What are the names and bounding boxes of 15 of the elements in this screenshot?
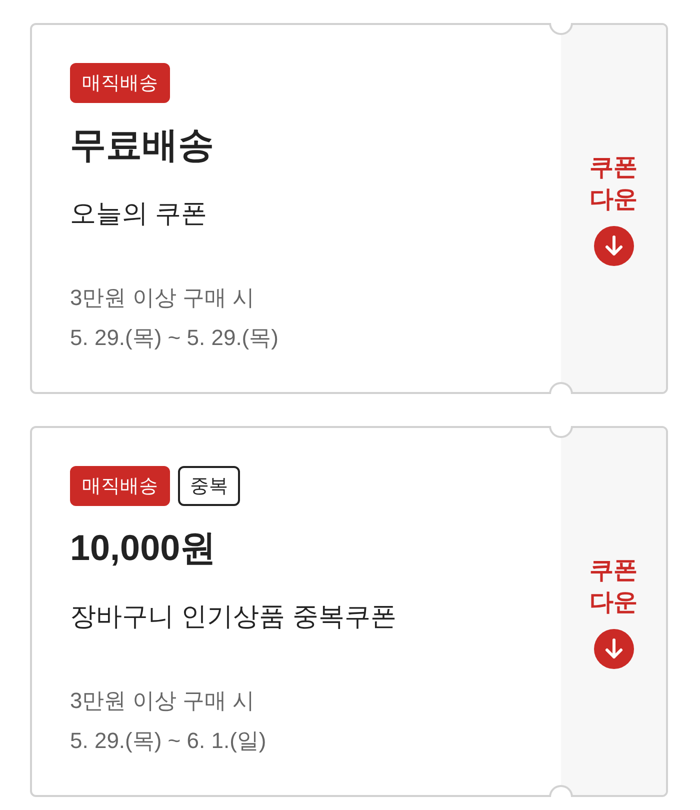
coupon-tag: 중복	[178, 466, 240, 506]
coupon-period: 5. 29.(목) ~ 5. 29.(목)	[70, 324, 278, 352]
coupon-name: 오늘의 쿠폰	[70, 197, 208, 230]
coupon-name: 장바구니 인기상품 중복쿠폰	[70, 600, 396, 633]
coupon-amount: 10,000원	[70, 526, 216, 570]
coupon-tag: 매직배송	[70, 63, 170, 103]
coupon-download-button[interactable]: 쿠폰 다운	[561, 428, 666, 795]
coupon-condition: 3만원 이상 구매 시	[70, 284, 255, 312]
arrow-down-icon	[594, 226, 634, 266]
coupon-period: 5. 29.(목) ~ 6. 1.(일)	[70, 727, 266, 755]
coupon-condition: 3만원 이상 구매 시	[70, 687, 255, 715]
coupon-amount: 무료배송	[70, 123, 214, 167]
coupon-download-button[interactable]: 쿠폰 다운	[561, 25, 666, 392]
arrow-down-icon	[594, 628, 634, 668]
coupon-tag: 매직배송	[70, 466, 170, 506]
